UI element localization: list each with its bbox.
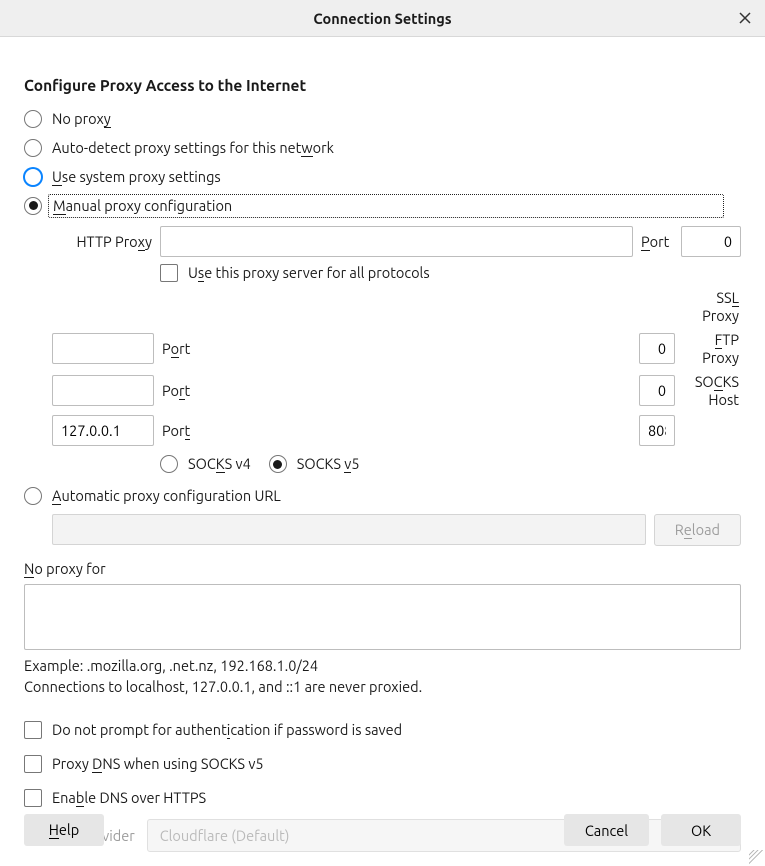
socks-host-input[interactable] [52, 415, 154, 446]
proxy-dns-label: Proxy DNS when using SOCKS v5 [52, 755, 264, 773]
radio-socks-v5[interactable]: SOCKS v5 [269, 453, 360, 475]
close-icon [739, 12, 751, 24]
no-proxy-example: Example: .mozilla.org, .net.nz, 192.168.… [24, 657, 741, 674]
radio-no-proxy[interactable]: No proxy [24, 104, 741, 133]
radio-manual-proxy[interactable]: Manual proxy configuration [24, 191, 741, 220]
ftp-proxy-label: FTP Proxy [681, 331, 741, 366]
ssl-proxy-input[interactable] [52, 333, 154, 364]
ftp-proxy-input[interactable] [52, 375, 154, 406]
radio-system-proxy-label: Use system proxy settings [52, 168, 221, 186]
help-button[interactable]: Help [24, 814, 104, 846]
socks-port-label: Port [160, 422, 633, 440]
ok-button[interactable]: OK [661, 814, 741, 846]
ssl-port-label: Port [160, 340, 633, 358]
pac-url-input [52, 514, 646, 545]
reload-button: Reload [654, 514, 741, 546]
proxy-mode-group: No proxy Auto-detect proxy settings for … [24, 104, 741, 220]
ftp-port-label: Port [160, 382, 633, 400]
no-prompt-auth-label: Do not prompt for authentication if pass… [52, 721, 402, 739]
socks-port-input[interactable] [639, 415, 675, 446]
radio-socks-v4[interactable]: SOCKS v4 [160, 453, 251, 475]
ftp-port-input[interactable] [639, 375, 675, 406]
http-proxy-label: HTTP Proxy [52, 233, 154, 251]
http-port-input[interactable] [681, 226, 741, 257]
enable-doh-label: Enable DNS over HTTPS [52, 789, 206, 807]
ssl-port-input[interactable] [639, 333, 675, 364]
radio-pac-url-label: Automatic proxy configuration URL [52, 487, 281, 505]
dialog-footer: Help Cancel OK [24, 814, 741, 846]
enable-doh-row[interactable]: Enable DNS over HTTPS [24, 781, 741, 815]
cancel-button[interactable]: Cancel [564, 814, 649, 846]
ssl-proxy-label: SSL Proxy [681, 289, 741, 324]
http-port-label: Port [639, 233, 675, 251]
no-proxy-for-input[interactable] [24, 584, 741, 650]
close-button[interactable] [733, 6, 757, 30]
radio-auto-detect[interactable]: Auto-detect proxy settings for this netw… [24, 133, 741, 162]
radio-system-proxy[interactable]: Use system proxy settings [24, 162, 741, 191]
radio-no-proxy-label: No proxy [52, 110, 111, 128]
no-prompt-auth-row[interactable]: Do not prompt for authentication if pass… [24, 713, 741, 747]
section-heading: Configure Proxy Access to the Internet [24, 77, 741, 94]
use-for-all-checkbox[interactable] [160, 264, 178, 282]
radio-socks-v5-label: SOCKS v5 [297, 455, 360, 473]
radio-auto-detect-label: Auto-detect proxy settings for this netw… [52, 139, 334, 157]
title-bar: Connection Settings [0, 0, 765, 37]
resize-grip-icon[interactable] [749, 850, 763, 864]
proxy-dns-row[interactable]: Proxy DNS when using SOCKS v5 [24, 747, 741, 781]
radio-manual-proxy-label: Manual proxy configuration [48, 194, 724, 218]
http-proxy-input[interactable] [160, 226, 633, 257]
socks-host-label: SOCKS Host [681, 373, 741, 408]
no-proxy-localhost-note: Connections to localhost, 127.0.0.1, and… [24, 678, 741, 695]
radio-pac-url[interactable]: Automatic proxy configuration URL [24, 481, 741, 510]
radio-socks-v4-label: SOCKS v4 [188, 455, 251, 473]
manual-proxy-grid: HTTP Proxy Port Use this proxy server fo… [52, 226, 741, 475]
use-for-all-label: Use this proxy server for all protocols [188, 264, 430, 282]
dialog-title: Connection Settings [313, 10, 451, 27]
dialog-content: Configure Proxy Access to the Internet N… [0, 37, 765, 866]
no-proxy-for-label: No proxy for [24, 560, 741, 578]
